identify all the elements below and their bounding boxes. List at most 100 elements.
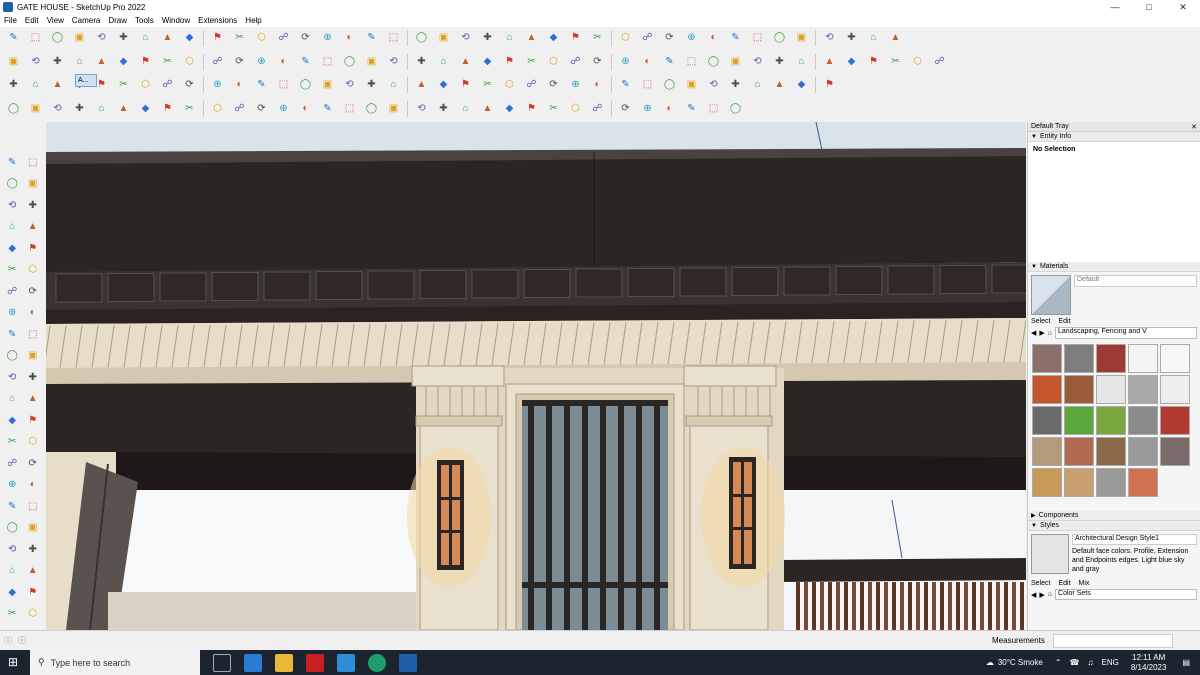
- toolbar-tool-icon[interactable]: ✚: [363, 77, 380, 94]
- material-swatch[interactable]: [1096, 437, 1126, 466]
- toolbar-tool-icon[interactable]: ▲: [771, 77, 788, 94]
- toolbar-tool-icon[interactable]: ◯: [341, 54, 358, 71]
- toolbar-tool-icon[interactable]: ⟲: [413, 101, 430, 118]
- materials-tab-edit[interactable]: Edit: [1058, 318, 1070, 325]
- toolbar-tool-icon[interactable]: ✎: [5, 30, 22, 47]
- toolbar-tool-icon[interactable]: ⌂: [137, 30, 154, 47]
- tool-icon[interactable]: ⬚: [26, 154, 41, 171]
- toolbar-tool-icon[interactable]: ⬚: [275, 77, 292, 94]
- toolbar-tool-icon[interactable]: ⬡: [501, 77, 518, 94]
- toolbar-tool-icon[interactable]: ✂: [159, 54, 176, 71]
- toolbar-tool-icon[interactable]: ✂: [523, 54, 540, 71]
- material-swatch[interactable]: [1160, 375, 1190, 404]
- toolbar-tool-icon[interactable]: ⊕: [683, 30, 700, 47]
- toolbar-tool-icon[interactable]: ☍: [931, 54, 948, 71]
- material-swatch[interactable]: [1096, 468, 1126, 497]
- toolbar-tool-icon[interactable]: ☍: [589, 101, 606, 118]
- material-swatch[interactable]: [1160, 406, 1190, 435]
- tool-icon[interactable]: ⚑: [26, 240, 41, 257]
- toolbar-tool-icon[interactable]: ✂: [589, 30, 606, 47]
- materials-tab-select[interactable]: Select: [1031, 318, 1050, 325]
- tool-icon[interactable]: ✎: [5, 154, 20, 171]
- close-icon[interactable]: ✕: [1166, 0, 1200, 14]
- toolbar-tool-icon[interactable]: ⚑: [209, 30, 226, 47]
- minimize-icon[interactable]: —: [1098, 0, 1132, 14]
- toolbar-tool-icon[interactable]: ⌂: [27, 77, 44, 94]
- styles-tab-edit[interactable]: Edit: [1058, 580, 1070, 587]
- toolbar-tool-icon[interactable]: ◐: [231, 77, 248, 94]
- toolbar-tool-icon[interactable]: ✚: [5, 77, 22, 94]
- toolbar-tool-icon[interactable]: ◯: [771, 30, 788, 47]
- material-swatch[interactable]: [1064, 468, 1094, 497]
- tool-icon[interactable]: ⬡: [26, 434, 41, 451]
- toolbar-tool-icon[interactable]: ✂: [231, 30, 248, 47]
- toolbar-tool-icon[interactable]: ⌂: [435, 54, 452, 71]
- material-swatch[interactable]: [1096, 406, 1126, 435]
- tool-icon[interactable]: ✂: [5, 606, 20, 623]
- toolbar-tool-icon[interactable]: ▣: [793, 30, 810, 47]
- components-header[interactable]: ▶ Components: [1028, 511, 1200, 521]
- toolbar-tool-icon[interactable]: ⟲: [27, 54, 44, 71]
- toolbar-tool-icon[interactable]: ☍: [567, 54, 584, 71]
- toolbar-tool-icon[interactable]: ⊕: [275, 101, 292, 118]
- material-swatch[interactable]: [1128, 437, 1158, 466]
- language-indicator[interactable]: ENG: [1102, 658, 1119, 667]
- toolbar-tool-icon[interactable]: ✎: [727, 30, 744, 47]
- toolbar-tool-icon[interactable]: ⬡: [909, 54, 926, 71]
- toolbar-tool-icon[interactable]: ⌂: [457, 101, 474, 118]
- toolbar-tool-icon[interactable]: ⬚: [27, 30, 44, 47]
- sketchup-taskbar-icon[interactable]: [399, 653, 417, 672]
- toolbar-tool-icon[interactable]: ⚑: [457, 77, 474, 94]
- toolbar-tool-icon[interactable]: ▣: [27, 101, 44, 118]
- tool-icon[interactable]: ▲: [26, 219, 41, 236]
- toolbar-tool-icon[interactable]: ✚: [115, 30, 132, 47]
- toolbar-tool-icon[interactable]: ⬡: [253, 30, 270, 47]
- toolbar-tool-icon[interactable]: ✂: [479, 77, 496, 94]
- toolbar-tool-icon[interactable]: ◯: [363, 101, 380, 118]
- material-swatch[interactable]: [1064, 375, 1094, 404]
- task-view-icon[interactable]: [213, 653, 231, 672]
- toolbar-tool-icon[interactable]: ✚: [435, 101, 452, 118]
- toolbar-tool-icon[interactable]: ⌂: [749, 77, 766, 94]
- toolbar-tool-icon[interactable]: ✎: [683, 101, 700, 118]
- toolbar-tool-icon[interactable]: ▲: [413, 77, 430, 94]
- toolbar-tool-icon[interactable]: ▲: [821, 54, 838, 71]
- menu-camera[interactable]: Camera: [72, 16, 100, 25]
- material-swatch[interactable]: [1032, 406, 1062, 435]
- toolbar-tool-icon[interactable]: ⬚: [749, 30, 766, 47]
- tool-icon[interactable]: ◆: [5, 412, 20, 429]
- toolbar-tool-icon[interactable]: ✎: [661, 54, 678, 71]
- toolbar-tool-icon[interactable]: ◆: [181, 30, 198, 47]
- toolbar-tool-icon[interactable]: ▲: [49, 77, 66, 94]
- back-arrow-icon[interactable]: ◀: [1031, 591, 1036, 599]
- toolbar-tool-icon[interactable]: ◆: [479, 54, 496, 71]
- edge-browser-icon[interactable]: [368, 653, 386, 672]
- home-icon[interactable]: ⌂: [1048, 330, 1052, 337]
- toolbar-tool-icon[interactable]: ◆: [501, 101, 518, 118]
- toolbar-tool-icon[interactable]: ▣: [385, 101, 402, 118]
- material-swatch[interactable]: [1160, 437, 1190, 466]
- tool-icon[interactable]: ⟲: [5, 541, 20, 558]
- material-name-field[interactable]: Default: [1074, 275, 1197, 287]
- toolbar-tool-icon[interactable]: ⟳: [253, 101, 270, 118]
- tool-icon[interactable]: ◯: [5, 348, 20, 365]
- toolbar-tool-icon[interactable]: ▲: [457, 54, 474, 71]
- back-arrow-icon[interactable]: ◀: [1031, 329, 1036, 337]
- forward-arrow-icon[interactable]: ▶: [1039, 329, 1044, 337]
- tool-icon[interactable]: ◐: [26, 477, 41, 494]
- toolbar-tool-icon[interactable]: ▣: [71, 30, 88, 47]
- toolbar-tool-icon[interactable]: ◐: [589, 77, 606, 94]
- toolbar-tool-icon[interactable]: ✎: [617, 77, 634, 94]
- material-swatch[interactable]: [1064, 437, 1094, 466]
- toolbar-tool-icon[interactable]: ✂: [181, 101, 198, 118]
- toolbar-tool-icon[interactable]: ⟲: [385, 54, 402, 71]
- toolbar-tool-icon[interactable]: ⌂: [385, 77, 402, 94]
- menu-edit[interactable]: Edit: [25, 16, 39, 25]
- material-swatch[interactable]: [1032, 375, 1062, 404]
- tool-icon[interactable]: ⊕: [5, 477, 20, 494]
- toolbar-tool-icon[interactable]: ▣: [363, 54, 380, 71]
- toolbar-tool-icon[interactable]: ⌂: [93, 101, 110, 118]
- material-swatch[interactable]: [1032, 468, 1062, 497]
- menu-help[interactable]: Help: [245, 16, 261, 25]
- acrobat-app-icon[interactable]: [306, 653, 324, 672]
